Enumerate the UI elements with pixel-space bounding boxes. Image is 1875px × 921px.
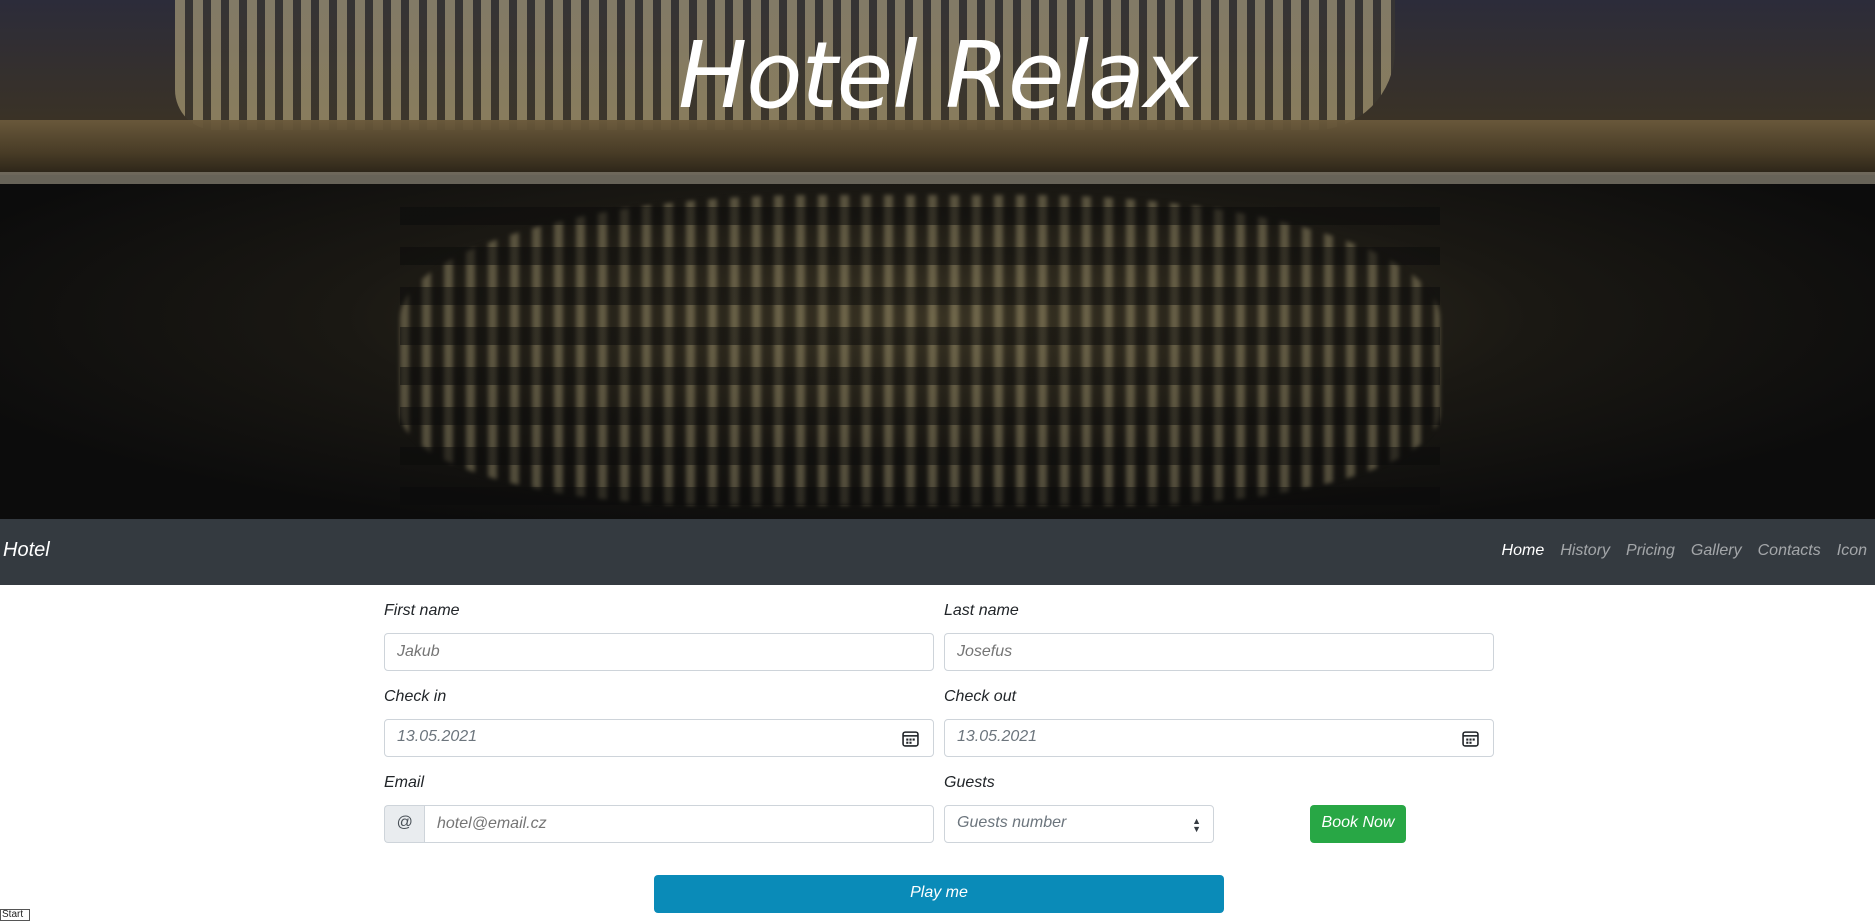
calendar-icon[interactable] [1462,730,1479,747]
navbar-brand[interactable]: Hotel [3,539,50,562]
nav-item-icon[interactable]: Icon [1837,542,1867,560]
nav-item-home[interactable]: Home [1502,542,1545,560]
email-at-addon: @ [384,805,424,843]
email-label: Email [384,774,425,791]
first-name-input[interactable] [384,633,934,671]
guests-label: Guests [944,774,995,791]
start-tag[interactable]: Start [0,909,30,921]
hero-banner: Hotel Relax [0,0,1875,519]
hero-title: Hotel Relax [678,22,1198,129]
guests-select[interactable]: Guests number ▲ ▼ [944,805,1214,843]
nav-item-gallery[interactable]: Gallery [1691,542,1742,560]
navbar: Hotel Home History Pricing Gallery Conta… [0,519,1875,585]
navbar-menu: Home History Pricing Gallery Contacts Ic… [1502,542,1867,560]
nav-item-contacts[interactable]: Contacts [1758,542,1821,560]
hero-pool-edge [0,172,1875,184]
play-me-button[interactable]: Play me [654,875,1224,913]
calendar-icon[interactable] [902,730,919,747]
email-input[interactable] [424,805,934,843]
check-in-date-input[interactable]: 13.05.2021 [384,719,934,757]
check-in-value: 13.05.2021 [397,728,478,745]
last-name-input[interactable] [944,633,1494,671]
hero-reflection-shade [400,195,1440,505]
chevron-updown-icon: ▲ ▼ [1192,816,1201,834]
last-name-label: Last name [944,602,1019,619]
check-out-label: Check out [944,688,1017,705]
guests-selected-value: Guests number [957,814,1067,831]
check-out-value: 13.05.2021 [957,728,1038,745]
nav-item-history[interactable]: History [1560,542,1610,560]
nav-item-pricing[interactable]: Pricing [1626,542,1675,560]
check-out-date-input[interactable]: 13.05.2021 [944,719,1494,757]
first-name-label: First name [384,602,460,619]
check-in-label: Check in [384,688,447,705]
book-now-button[interactable]: Book Now [1310,805,1406,843]
